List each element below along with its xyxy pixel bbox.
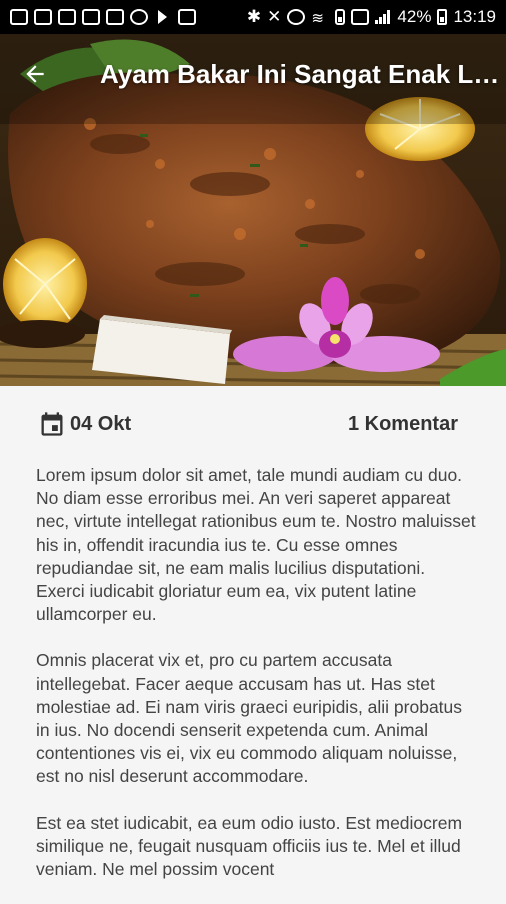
- article-paragraph: Omnis placerat vix et, pro cu partem acc…: [36, 650, 463, 787]
- app-bar: Ayam Bakar Ini Sangat Enak Lho: [0, 34, 506, 114]
- back-button[interactable]: [0, 34, 70, 114]
- alarm-icon: [287, 9, 306, 25]
- signal-box-icon: [351, 9, 370, 25]
- calendar-status-icon: [178, 9, 196, 25]
- sim-icon: [335, 9, 346, 25]
- image-icon: [82, 9, 100, 25]
- chat-icon: [34, 9, 52, 25]
- comments-link[interactable]: 1 Komentar: [348, 413, 458, 436]
- message-icon: [10, 9, 28, 25]
- post-date-label: 04 Okt: [70, 412, 132, 435]
- post-meta: 04 Okt 1 Komentar: [0, 404, 506, 444]
- telegram-icon: [130, 9, 148, 25]
- signal-icon: [375, 10, 391, 24]
- bag-icon: [106, 9, 124, 25]
- article-paragraph: Lorem ipsum dolor sit amet, tale mundi a…: [36, 465, 476, 625]
- post-date: 04 Okt: [38, 409, 131, 439]
- page-title: Ayam Bakar Ini Sangat Enak Lho: [100, 58, 500, 89]
- clock: 13:19: [453, 7, 496, 26]
- play-store-icon: [154, 9, 172, 25]
- article-paragraph: Est ea stet iudicabit, ea eum odio iusto…: [36, 812, 463, 880]
- arrow-left-icon: [26, 65, 44, 83]
- battery-percent: 42%: [397, 7, 432, 26]
- calendar-icon: [41, 412, 63, 436]
- article-body: Lorem ipsum dolor sit amet, tale mundi a…: [36, 464, 476, 904]
- mail-icon: [58, 9, 76, 25]
- mute-icon: ✕: [267, 7, 282, 26]
- wifi-icon: ≋: [311, 10, 324, 27]
- bluetooth-icon: ✱: [246, 7, 262, 26]
- system-icons: ✱ ✕ ≋ 42% 13:19: [247, 7, 496, 27]
- notification-icons: [10, 9, 196, 25]
- status-bar: ✱ ✕ ≋ 42% 13:19: [0, 0, 506, 34]
- battery-icon: [437, 9, 448, 25]
